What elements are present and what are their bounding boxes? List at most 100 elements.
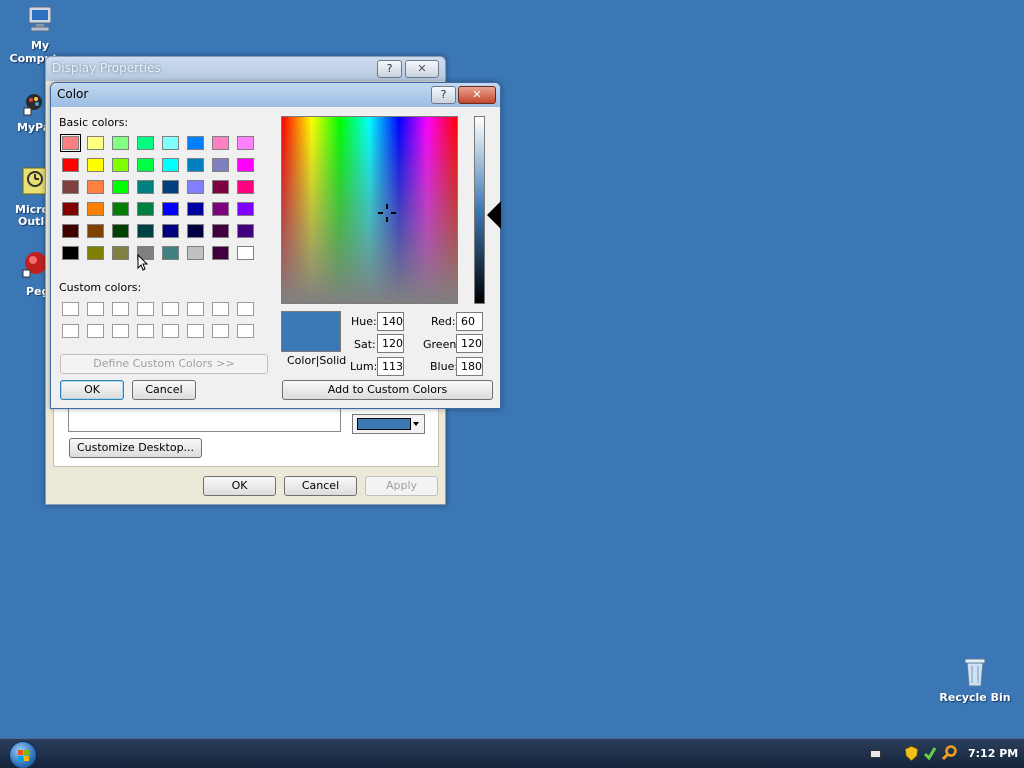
basic-color-swatch[interactable]	[237, 246, 254, 260]
basic-color-swatch[interactable]	[62, 202, 79, 216]
custom-color-swatch[interactable]	[212, 324, 229, 338]
network-tray-icon[interactable]	[923, 746, 937, 761]
define-custom-colors-button[interactable]: Define Custom Colors >>	[60, 354, 268, 374]
basic-color-swatch[interactable]	[162, 224, 179, 238]
clock[interactable]: 7:12 PM	[968, 747, 1018, 760]
basic-color-swatch[interactable]	[212, 136, 229, 150]
basic-color-swatch[interactable]	[87, 224, 104, 238]
basic-color-swatch[interactable]	[137, 224, 154, 238]
luminance-slider[interactable]	[474, 116, 485, 304]
custom-color-swatch[interactable]	[212, 302, 229, 316]
basic-color-swatch[interactable]	[187, 136, 204, 150]
custom-color-swatch[interactable]	[162, 302, 179, 316]
green-field[interactable]: 120	[456, 334, 483, 353]
display-properties-help-button[interactable]: ?	[377, 60, 402, 78]
color-picker-dropdown[interactable]	[352, 414, 425, 434]
basic-color-swatch[interactable]	[137, 136, 154, 150]
mypaint-icon[interactable]	[22, 92, 46, 116]
basic-color-swatch[interactable]	[60, 134, 81, 152]
basic-color-swatch[interactable]	[112, 202, 129, 216]
color-ok-button[interactable]: OK	[60, 380, 124, 400]
basic-color-swatch[interactable]	[187, 158, 204, 172]
red-field[interactable]: 60	[456, 312, 483, 331]
luminance-arrow-icon[interactable]	[487, 201, 501, 229]
basic-color-swatch[interactable]	[112, 224, 129, 238]
sat-label: Sat:	[354, 338, 376, 351]
display-properties-apply-button[interactable]: Apply	[365, 476, 438, 496]
basic-color-swatch[interactable]	[187, 246, 204, 260]
custom-color-swatch[interactable]	[112, 324, 129, 338]
color-spectrum[interactable]	[281, 116, 458, 304]
lum-field[interactable]: 113	[377, 357, 404, 376]
display-properties-cancel-button[interactable]: Cancel	[284, 476, 357, 496]
custom-color-swatch[interactable]	[187, 324, 204, 338]
blue-label: Blue:	[430, 360, 459, 373]
basic-color-swatch[interactable]	[62, 246, 79, 260]
custom-color-swatch[interactable]	[137, 302, 154, 316]
basic-color-swatch[interactable]	[237, 202, 254, 216]
security-shield-icon[interactable]	[904, 745, 919, 762]
custom-color-swatch[interactable]	[137, 324, 154, 338]
recycle-bin[interactable]: Recycle Bin	[935, 656, 1015, 704]
color-solid-label: Color|Solid	[287, 354, 347, 367]
basic-color-swatch[interactable]	[112, 246, 129, 260]
display-properties-titlebar[interactable]: Display Properties ? ✕	[46, 57, 445, 81]
start-button[interactable]	[9, 741, 37, 768]
basic-color-swatch[interactable]	[237, 158, 254, 172]
color-dialog-close-button[interactable]: ✕	[458, 86, 496, 104]
basic-color-swatch[interactable]	[162, 136, 179, 150]
basic-color-swatch[interactable]	[137, 202, 154, 216]
basic-color-swatch[interactable]	[137, 158, 154, 172]
display-properties-close-button[interactable]: ✕	[405, 60, 439, 78]
basic-color-swatch[interactable]	[237, 180, 254, 194]
basic-color-swatch[interactable]	[87, 158, 104, 172]
basic-color-swatch[interactable]	[112, 180, 129, 194]
basic-color-swatch[interactable]	[112, 158, 129, 172]
custom-color-swatch[interactable]	[62, 302, 79, 316]
basic-color-swatch[interactable]	[87, 180, 104, 194]
basic-color-swatch[interactable]	[212, 180, 229, 194]
basic-color-swatch[interactable]	[62, 224, 79, 238]
hue-field[interactable]: 140	[377, 312, 404, 331]
basic-color-swatch[interactable]	[162, 180, 179, 194]
custom-color-swatch[interactable]	[112, 302, 129, 316]
basic-color-swatch[interactable]	[87, 202, 104, 216]
color-dialog-titlebar[interactable]: Color ? ✕	[51, 83, 500, 107]
basic-color-swatch[interactable]	[212, 246, 229, 260]
color-dialog-help-button[interactable]: ?	[431, 86, 456, 104]
basic-color-swatch[interactable]	[187, 224, 204, 238]
basic-color-swatch[interactable]	[187, 202, 204, 216]
custom-color-swatch[interactable]	[62, 324, 79, 338]
keyboard-tray-icon[interactable]	[870, 750, 881, 758]
basic-color-swatch[interactable]	[237, 136, 254, 150]
taskbar: 7:12 PM	[0, 738, 1024, 768]
add-to-custom-colors-button[interactable]: Add to Custom Colors	[282, 380, 493, 400]
custom-color-swatch[interactable]	[87, 302, 104, 316]
custom-color-swatch[interactable]	[187, 302, 204, 316]
color-cancel-button[interactable]: Cancel	[132, 380, 196, 400]
basic-color-swatch[interactable]	[62, 158, 79, 172]
custom-color-swatch[interactable]	[162, 324, 179, 338]
basic-color-swatch[interactable]	[137, 180, 154, 194]
basic-color-swatch[interactable]	[212, 224, 229, 238]
basic-color-swatch[interactable]	[87, 246, 104, 260]
basic-color-swatch[interactable]	[112, 136, 129, 150]
basic-color-swatch[interactable]	[87, 136, 104, 150]
custom-color-swatch[interactable]	[87, 324, 104, 338]
customize-desktop-button[interactable]: Customize Desktop...	[69, 438, 202, 458]
custom-color-swatch[interactable]	[237, 302, 254, 316]
basic-color-swatch[interactable]	[212, 202, 229, 216]
basic-color-swatch[interactable]	[212, 158, 229, 172]
display-properties-list-box[interactable]	[68, 408, 341, 432]
basic-color-swatch[interactable]	[62, 180, 79, 194]
basic-color-swatch[interactable]	[162, 246, 179, 260]
blue-field[interactable]: 180	[456, 357, 483, 376]
display-properties-ok-button[interactable]: OK	[203, 476, 276, 496]
basic-color-swatch[interactable]	[237, 224, 254, 238]
custom-color-swatch[interactable]	[237, 324, 254, 338]
basic-color-swatch[interactable]	[162, 158, 179, 172]
basic-color-swatch[interactable]	[187, 180, 204, 194]
search-icon[interactable]	[941, 745, 958, 761]
basic-color-swatch[interactable]	[162, 202, 179, 216]
sat-field[interactable]: 120	[377, 334, 404, 353]
